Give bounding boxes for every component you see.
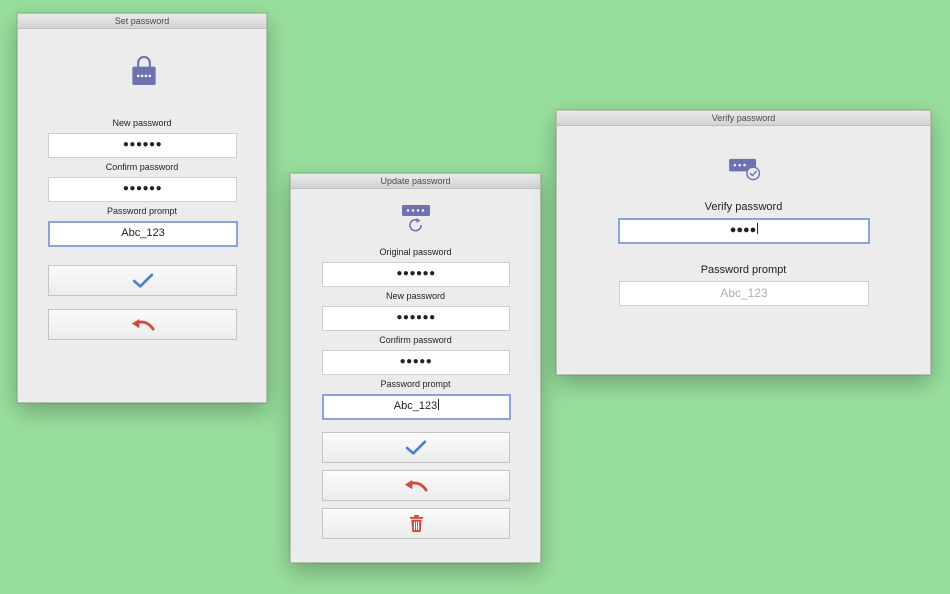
undo-button[interactable] — [322, 470, 510, 501]
new-password-label: New password — [385, 291, 446, 301]
verify-password-window: Verify password Verify password ●●●● Pas… — [556, 110, 931, 375]
password-verified-icon — [729, 158, 761, 181]
undo-arrow-icon — [131, 318, 155, 331]
confirm-password-label: Confirm password — [379, 335, 452, 345]
password-prompt-label: Password prompt — [380, 379, 451, 389]
password-prompt-label: Password prompt — [106, 206, 178, 216]
password-prompt-field[interactable]: Abc_123 — [619, 281, 869, 306]
confirm-button[interactable] — [48, 265, 237, 296]
password-prompt-field[interactable]: Abc_123 — [322, 394, 511, 420]
trash-icon — [409, 515, 423, 532]
confirm-button[interactable] — [322, 432, 510, 463]
delete-button[interactable] — [322, 508, 510, 539]
undo-button[interactable] — [48, 309, 237, 340]
new-password-label: New password — [112, 118, 172, 128]
update-password-window: Update password Original password ●●●●●●… — [290, 173, 541, 563]
confirm-check-icon — [405, 439, 427, 455]
password-refresh-icon — [402, 205, 430, 232]
verify-password-label: Verify password — [704, 201, 783, 213]
confirm-check-icon — [132, 272, 153, 288]
window-title: Update password — [291, 174, 540, 189]
original-password-label: Original password — [379, 247, 452, 257]
confirm-password-field[interactable]: ●●●●●● — [48, 177, 237, 202]
password-prompt-label: Password prompt — [700, 264, 787, 276]
lock-icon — [132, 55, 156, 86]
text-caret — [757, 223, 759, 234]
confirm-password-label: Confirm password — [105, 162, 179, 172]
verify-password-field[interactable]: ●●●● — [618, 218, 870, 244]
new-password-field[interactable]: ●●●●●● — [48, 133, 237, 158]
new-password-field[interactable]: ●●●●●● — [322, 306, 510, 331]
original-password-field[interactable]: ●●●●●● — [322, 262, 510, 287]
confirm-password-field[interactable]: ●●●●● — [322, 350, 510, 375]
window-title: Verify password — [557, 111, 930, 126]
set-password-window: Set password New password ●●●●●● Confirm… — [17, 13, 267, 403]
password-prompt-field[interactable]: Abc_123 — [48, 221, 238, 247]
password-prompt-value: Abc_123 — [393, 400, 438, 412]
undo-arrow-icon — [404, 479, 428, 492]
window-title: Set password — [18, 14, 266, 29]
text-caret — [438, 399, 440, 410]
verify-password-value: ●●●● — [729, 224, 757, 236]
